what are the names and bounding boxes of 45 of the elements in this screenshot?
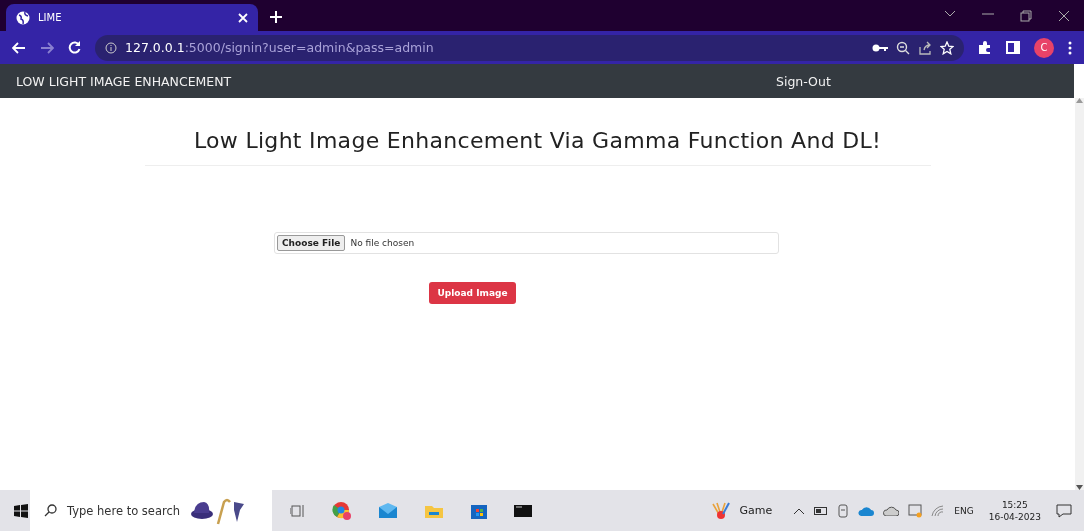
mail-icon[interactable] [378, 502, 398, 519]
reload-icon[interactable] [68, 41, 81, 54]
side-panel-icon[interactable] [1006, 41, 1020, 54]
file-input[interactable]: Choose File No file chosen [274, 232, 779, 254]
cloud-icon[interactable] [858, 505, 875, 516]
terminal-icon[interactable] [514, 503, 532, 518]
star-icon[interactable] [940, 40, 954, 55]
key-icon[interactable] [872, 42, 888, 53]
url-text: 127.0.0.1:5000/signin?user=admin&pass=admin [125, 40, 434, 55]
share-icon[interactable] [918, 40, 932, 55]
more-icon[interactable] [1068, 40, 1072, 55]
puzzle-icon[interactable] [978, 40, 992, 55]
battery-icon[interactable] [814, 506, 829, 515]
cloud-icon[interactable] [883, 505, 900, 516]
choose-file-button[interactable]: Choose File [277, 235, 346, 251]
profile-avatar[interactable]: C [1034, 37, 1054, 58]
zoom-out-icon[interactable] [896, 40, 910, 55]
search-field[interactable]: Type here to search [30, 490, 272, 531]
info-icon [105, 41, 117, 54]
device-icon[interactable] [837, 503, 850, 518]
weather-icon [710, 501, 731, 520]
brand-title: LOW LIGHT IMAGE ENHANCEMENT [16, 73, 233, 89]
globe-icon [16, 10, 30, 25]
close-icon[interactable] [1058, 9, 1070, 22]
wifi-icon[interactable] [931, 504, 946, 517]
sign-out-link[interactable]: Sign-Out [776, 73, 831, 89]
back-icon[interactable] [12, 41, 26, 54]
forward-icon[interactable] [40, 41, 54, 54]
address-bar[interactable]: 127.0.0.1:5000/signin?user=admin&pass=admin [95, 34, 964, 61]
search-icon [44, 504, 57, 517]
chevron-down-icon[interactable] [944, 9, 956, 18]
upload-image-button[interactable]: Upload Image [429, 282, 516, 304]
clock-date[interactable]: 16-04-2023 [988, 511, 1041, 522]
browser-tab[interactable]: LIME [6, 4, 258, 31]
file-status-text: No file chosen [350, 238, 415, 248]
chevron-up-icon[interactable] [793, 506, 806, 515]
browser-icon[interactable] [332, 500, 352, 521]
language-indicator[interactable]: ENG [954, 505, 974, 516]
windows-icon[interactable] [14, 503, 28, 518]
notifications-icon[interactable] [1056, 503, 1072, 518]
page-heading: Low Light Image Enhancement Via Gamma Function And DL! [144, 128, 931, 166]
clock-time[interactable]: 15:25 [1001, 499, 1028, 510]
weather-text: Game [739, 504, 773, 517]
plus-icon[interactable] [270, 11, 282, 23]
restore-icon[interactable] [1020, 9, 1032, 22]
